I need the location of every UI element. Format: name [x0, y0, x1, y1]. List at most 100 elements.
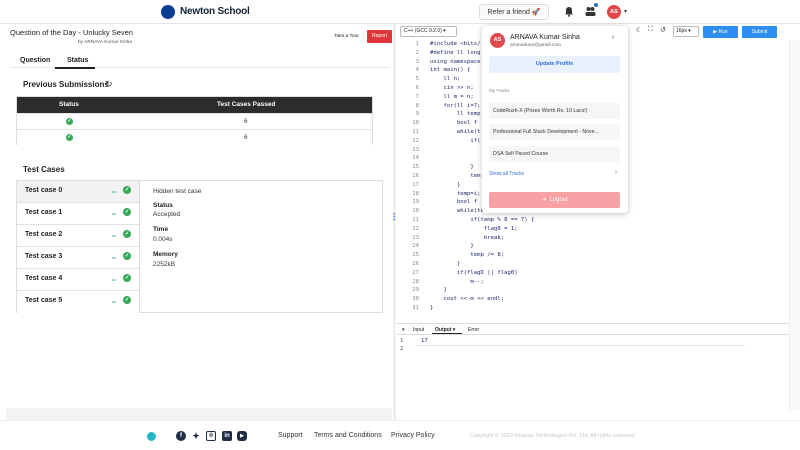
code-line[interactable]: #include <bits/ — [430, 41, 481, 47]
chevron-right-icon[interactable]: › — [615, 170, 617, 176]
tab-status[interactable]: Status — [67, 57, 88, 64]
people-icon[interactable] — [585, 6, 596, 17]
line-number: 31 — [412, 305, 419, 311]
font-size-select[interactable]: 16px ▾ — [673, 26, 699, 37]
tab-input[interactable]: Input — [413, 327, 424, 333]
table-row[interactable]: ✓ 6 — [17, 113, 372, 129]
test-cases-title: Test Cases — [23, 165, 65, 174]
track-item[interactable]: DSA Self Paced Course — [489, 146, 620, 162]
line-number: 11 — [412, 129, 419, 135]
logout-button[interactable]: ⇥ Logout — [489, 192, 620, 208]
status-label: Status — [153, 202, 173, 209]
chevron-down-icon[interactable]: ▾ — [624, 8, 627, 15]
code-line[interactable]: #define ll long — [430, 50, 481, 56]
line-number: 18 — [412, 190, 419, 197]
check-circle-icon: ✓ — [123, 296, 131, 304]
bell-icon[interactable] — [564, 6, 574, 17]
code-line[interactable]: break; — [430, 235, 504, 241]
test-case-item[interactable]: Test case 1 ac ✓ — [17, 203, 139, 225]
test-case-item[interactable]: Test case 5 ac ✓ — [17, 291, 139, 313]
code-line[interactable]: if( — [430, 138, 480, 144]
check-circle-icon: ✓ — [66, 134, 73, 141]
code-line[interactable]: ll m = n; — [430, 94, 473, 100]
code-line[interactable]: for(ll i=7; — [430, 103, 480, 109]
code-line[interactable]: } — [430, 305, 433, 311]
test-case-item[interactable]: Test case 4 ac ✓ — [17, 269, 139, 291]
test-case-item[interactable]: Test case 3 ac ✓ — [17, 247, 139, 269]
theme-moon-icon[interactable]: ☾ — [636, 26, 642, 34]
newton-logo-icon[interactable] — [161, 5, 175, 19]
code-line[interactable]: while(t — [430, 129, 481, 135]
code-line[interactable]: bool f — [430, 199, 477, 205]
code-line[interactable]: ll temp — [430, 111, 481, 117]
twitter-icon[interactable]: ✦ — [191, 431, 201, 441]
linkedin-icon[interactable]: in — [222, 431, 232, 441]
brand-name[interactable]: Newton School — [180, 6, 250, 17]
update-profile-button[interactable]: Update Profile — [489, 56, 620, 73]
line-number: 15 — [412, 164, 419, 171]
take-tour-button[interactable]: Take a Tour — [330, 31, 363, 43]
fullscreen-icon[interactable]: ⛶ — [648, 26, 653, 34]
support-link[interactable]: Support — [278, 432, 303, 439]
footer-logo-icon[interactable] — [147, 432, 156, 441]
line-number: 14 — [412, 155, 419, 162]
language-select[interactable]: C++ (GCC 9.2.0) ▾ — [400, 26, 457, 37]
check-circle-icon: ✓ — [123, 230, 131, 238]
reset-icon[interactable]: ↺ — [660, 26, 666, 34]
instagram-icon[interactable]: ◎ — [206, 431, 216, 441]
line-number: 22 — [412, 225, 419, 232]
line-number: 20 — [412, 208, 419, 215]
privacy-link[interactable]: Privacy Policy — [391, 432, 435, 439]
refresh-icon[interactable]: ↻ — [105, 79, 113, 90]
test-case-item[interactable]: Test case 2 ac ✓ — [17, 225, 139, 247]
track-item[interactable]: CodeRush-X (Prizes Worth Rs. 10 Lacs!) — [489, 103, 620, 119]
check-circle-icon: ✓ — [123, 208, 131, 216]
copyright-text: Copyright © 2023 Incanus Technologies Pv… — [470, 433, 636, 439]
line-number: 6 — [415, 85, 419, 91]
line-number: 3 — [415, 58, 419, 65]
line-number: 16 — [412, 173, 419, 179]
code-line[interactable]: cout << m << endl; — [430, 296, 504, 302]
terms-link[interactable]: Terms and Conditions — [314, 432, 382, 439]
user-avatar[interactable]: AS — [607, 5, 621, 19]
code-line[interactable]: temp=i; — [430, 191, 481, 197]
code-line[interactable]: int main() { — [430, 67, 470, 73]
test-case-item[interactable]: Test case 0 ac ✓ — [17, 181, 139, 203]
code-line[interactable]: temp /= 8; — [430, 252, 504, 258]
chevron-right-icon[interactable]: › — [612, 34, 614, 41]
tab-error[interactable]: Error — [468, 327, 479, 333]
line-number: 12 — [412, 137, 419, 144]
line-number: 9 — [415, 111, 419, 118]
code-line[interactable]: } — [430, 287, 446, 293]
run-button[interactable]: ▶ Run — [703, 26, 738, 38]
tab-question[interactable]: Question — [20, 57, 50, 64]
youtube-icon[interactable]: ▶ — [237, 431, 247, 441]
test-case-name: Test case 1 — [25, 209, 63, 216]
code-line[interactable]: } — [430, 261, 460, 267]
collapse-chevron-icon[interactable]: ▾ — [402, 327, 405, 333]
passed-count: 6 — [244, 134, 248, 141]
code-line[interactable]: ll n; — [430, 76, 460, 82]
code-line[interactable]: } — [430, 243, 473, 249]
refer-friend-button[interactable]: Refer a friend 🚀 — [479, 4, 549, 20]
code-line[interactable]: flag0 = 1; — [430, 226, 518, 232]
menu-user-email: arnavahaor@gmail.com — [510, 43, 561, 48]
code-line[interactable]: cin >> n; — [430, 85, 473, 91]
code-line[interactable]: } — [430, 182, 460, 188]
code-line[interactable]: m--; — [430, 279, 483, 285]
code-line[interactable]: } — [430, 164, 473, 170]
code-line[interactable]: if(temp % 8 == 7) { — [430, 217, 534, 223]
code-line[interactable]: if(flagD || flag0) — [430, 270, 518, 276]
code-line[interactable]: bool f — [430, 120, 477, 126]
report-button[interactable]: Report — [367, 30, 392, 43]
show-all-tracks-link[interactable]: Show all Tracks — [489, 171, 524, 177]
code-line[interactable]: tem — [430, 173, 480, 179]
editor-scrollbar[interactable] — [789, 40, 800, 410]
menu-user-name[interactable]: ARNAVA Kumar Sinha — [510, 34, 580, 41]
track-item[interactable]: Professional Full Stack Development - No… — [489, 124, 620, 140]
table-row[interactable]: ✓ 6 — [17, 129, 372, 145]
problem-author: by ARNAVA Kumar Sinha — [78, 40, 132, 45]
submit-button[interactable]: Submit — [742, 26, 777, 38]
facebook-icon[interactable]: f — [176, 431, 186, 441]
code-line[interactable]: using namespace — [430, 59, 481, 65]
